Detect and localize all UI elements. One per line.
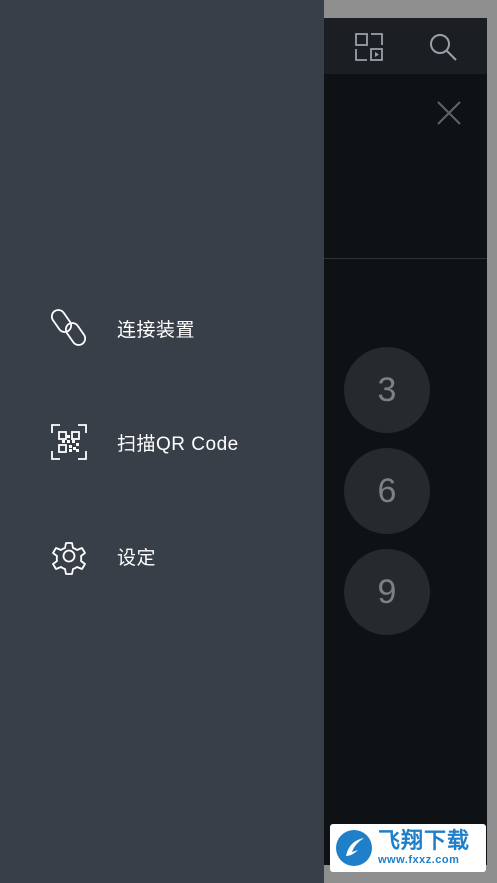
keypad-key-3[interactable]: 3 <box>344 347 430 433</box>
keypad-key-9[interactable]: 9 <box>344 549 430 635</box>
qr-scan-icon <box>48 421 90 463</box>
watermark: 飞翔下载 www.fxxz.com <box>330 824 486 872</box>
background-app-header <box>324 18 487 74</box>
side-drawer: 连接装置 扫描QR Code 设定 <box>0 0 324 883</box>
link-icon <box>48 307 90 349</box>
watermark-logo-icon <box>336 830 372 866</box>
menu-item-scan-qr[interactable]: 扫描QR Code <box>0 410 324 474</box>
screen-mirror-icon[interactable] <box>354 32 384 62</box>
search-icon[interactable] <box>428 32 458 62</box>
watermark-text: 飞翔下载 www.fxxz.com <box>378 830 470 866</box>
close-icon[interactable] <box>436 100 462 126</box>
background-app: 3 6 9 <box>324 18 487 865</box>
menu-item-settings[interactable]: 设定 <box>0 524 324 588</box>
watermark-title: 飞翔下载 <box>378 828 471 853</box>
menu-item-label: 扫描QR Code <box>117 433 239 455</box>
screen: 3 6 9 连接装置 扫描QR Code 设定 飞翔下载 www.fxxz.co… <box>0 0 497 883</box>
keypad-key-6[interactable]: 6 <box>344 448 430 534</box>
background-divider <box>324 258 487 259</box>
menu-item-connect-device[interactable]: 连接装置 <box>0 296 324 360</box>
watermark-url: www.fxxz.com <box>378 854 460 866</box>
menu-item-label: 设定 <box>117 547 157 569</box>
gear-icon <box>48 535 90 577</box>
menu-item-label: 连接装置 <box>117 319 196 341</box>
